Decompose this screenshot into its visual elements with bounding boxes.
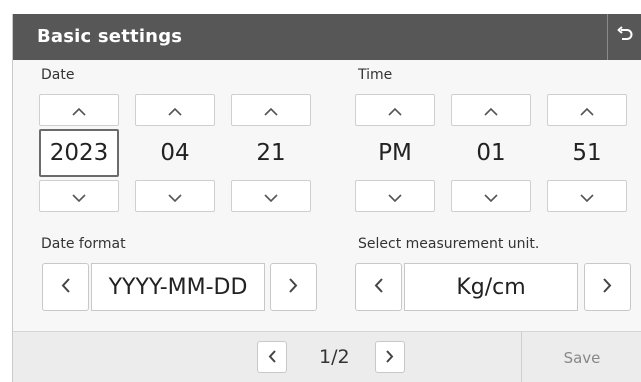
- year-up-button[interactable]: [39, 94, 119, 126]
- date-format-value: YYYY-MM-DD: [91, 263, 265, 311]
- chevron-left-icon: [268, 348, 276, 367]
- date-format-label: Date format: [41, 236, 126, 252]
- chevron-up-icon: [388, 101, 402, 120]
- day-up-button[interactable]: [231, 94, 311, 126]
- date-format-next-button[interactable]: [270, 263, 317, 311]
- settings-window: Basic settings Date 2023 04 21 Time PM 0…: [12, 14, 641, 382]
- unit-value: Kg/cm: [404, 263, 578, 311]
- minute-down-button[interactable]: [547, 180, 627, 212]
- day-value[interactable]: 21: [231, 129, 311, 177]
- chevron-up-icon: [580, 101, 594, 120]
- chevron-down-icon: [168, 187, 182, 206]
- chevron-up-icon: [484, 101, 498, 120]
- back-button[interactable]: [607, 14, 641, 60]
- month-value[interactable]: 04: [135, 129, 215, 177]
- page-indicator: 1/2: [319, 346, 350, 368]
- date-format-prev-button[interactable]: [42, 263, 89, 311]
- chevron-down-icon: [388, 187, 402, 206]
- year-value[interactable]: 2023: [39, 129, 119, 177]
- chevron-down-icon: [72, 187, 86, 206]
- page-prev-button[interactable]: [257, 341, 287, 373]
- month-up-button[interactable]: [135, 94, 215, 126]
- hour-up-button[interactable]: [451, 94, 531, 126]
- unit-label: Select measurement unit.: [358, 236, 540, 252]
- minute-up-button[interactable]: [547, 94, 627, 126]
- ampm-up-button[interactable]: [355, 94, 435, 126]
- day-down-button[interactable]: [231, 180, 311, 212]
- footer-bar: 1/2 Save: [13, 331, 641, 382]
- header-bar: Basic settings: [13, 14, 641, 60]
- date-label: Date: [41, 67, 75, 83]
- chevron-right-icon: [289, 277, 298, 297]
- hour-value[interactable]: 01: [451, 129, 531, 177]
- undo-arrow-icon: [616, 26, 634, 48]
- hour-down-button[interactable]: [451, 180, 531, 212]
- chevron-left-icon: [61, 277, 70, 297]
- page-title: Basic settings: [37, 26, 183, 47]
- unit-prev-button[interactable]: [355, 263, 402, 311]
- save-button[interactable]: Save: [522, 332, 641, 382]
- chevron-down-icon: [264, 187, 278, 206]
- chevron-down-icon: [484, 187, 498, 206]
- page-next-button[interactable]: [375, 341, 405, 373]
- chevron-up-icon: [264, 101, 278, 120]
- ampm-value[interactable]: PM: [355, 129, 435, 177]
- unit-next-button[interactable]: [584, 263, 631, 311]
- ampm-down-button[interactable]: [355, 180, 435, 212]
- time-label: Time: [358, 67, 393, 83]
- chevron-left-icon: [374, 277, 383, 297]
- minute-value[interactable]: 51: [547, 129, 627, 177]
- chevron-right-icon: [603, 277, 612, 297]
- chevron-right-icon: [386, 348, 394, 367]
- year-down-button[interactable]: [39, 180, 119, 212]
- month-down-button[interactable]: [135, 180, 215, 212]
- chevron-up-icon: [168, 101, 182, 120]
- chevron-down-icon: [580, 187, 594, 206]
- chevron-up-icon: [72, 101, 86, 120]
